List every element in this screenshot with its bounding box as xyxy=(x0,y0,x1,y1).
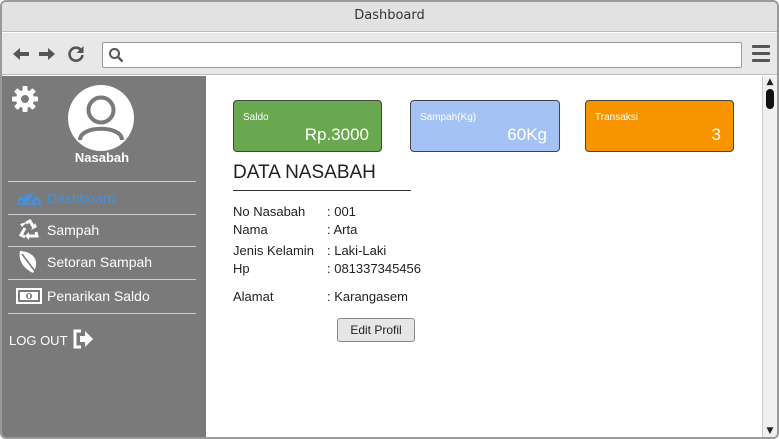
card-value: 60Kg xyxy=(507,125,547,144)
field-label: Alamat xyxy=(233,289,274,304)
scrollbar-thumb[interactable] xyxy=(766,89,774,109)
user-icon xyxy=(78,95,124,141)
dashboard-gauge-icon xyxy=(16,186,42,210)
card-label: Saldo xyxy=(243,112,269,123)
scroll-up-arrow-icon[interactable]: ▲ xyxy=(765,77,775,87)
logout-button[interactable]: LOG OUT xyxy=(9,329,94,352)
main-content: Saldo Rp.3000 Sampah(Kg) 60Kg Transaksi … xyxy=(206,76,762,437)
window-title: Dashboard xyxy=(354,8,425,23)
money-bill-icon xyxy=(16,284,42,308)
title-bar: Dashboard xyxy=(2,2,777,32)
card-label: Transaksi xyxy=(595,112,638,123)
sampah-card: Sampah(Kg) 60Kg xyxy=(410,100,560,152)
field-row: No Nasabah : 001 xyxy=(233,204,356,219)
sidebar-divider xyxy=(8,313,196,314)
user-name: Nasabah xyxy=(74,150,130,165)
scroll-down-arrow-icon[interactable]: ▼ xyxy=(765,426,775,436)
field-row: Alamat : Karangasem xyxy=(233,289,408,304)
url-input[interactable] xyxy=(129,45,729,65)
sidebar-item-penarikan-saldo[interactable]: Penarikan Saldo xyxy=(16,283,200,309)
sidebar-item-dashboard[interactable]: Dashboard xyxy=(16,185,200,211)
leaf-icon xyxy=(16,250,42,275)
sidebar-item-label: Penarikan Saldo xyxy=(47,288,150,304)
sidebar-divider xyxy=(8,214,196,215)
field-value: : Laki-Laki xyxy=(327,243,387,258)
browser-toolbar xyxy=(2,33,777,75)
sidebar-divider xyxy=(8,181,196,182)
avatar xyxy=(68,85,134,151)
field-row: Jenis Kelamin : Laki-Laki xyxy=(233,243,386,258)
sidebar: Nasabah Dashboard Sampah Setoran Sampah xyxy=(2,76,206,437)
card-value: 3 xyxy=(711,125,721,144)
sidebar-item-label: Sampah xyxy=(47,222,100,238)
reload-icon[interactable] xyxy=(66,44,86,64)
url-bar[interactable] xyxy=(102,42,742,68)
transaksi-card: Transaksi 3 xyxy=(585,100,734,152)
logout-label: LOG OUT xyxy=(9,333,68,348)
recycle-icon xyxy=(16,218,42,242)
sidebar-item-label: Dashboard xyxy=(47,190,116,206)
gear-icon[interactable] xyxy=(10,84,40,118)
search-icon xyxy=(109,48,124,63)
field-label: Nama xyxy=(233,222,268,237)
browser-window: Dashboard Nasabah Dashboard Sampah Setor… xyxy=(0,0,779,439)
edit-profile-button[interactable]: Edit Profil xyxy=(337,318,415,342)
card-label: Sampah(Kg) xyxy=(420,112,477,123)
page-title: DATA NASABAH xyxy=(233,162,376,183)
title-underline xyxy=(233,190,411,191)
sign-out-icon xyxy=(72,329,94,352)
sidebar-item-setoran-sampah[interactable]: Setoran Sampah xyxy=(16,249,200,275)
field-label: Hp xyxy=(233,261,250,276)
sidebar-item-label: Setoran Sampah xyxy=(47,254,153,270)
field-value: : 081337345456 xyxy=(327,261,421,276)
card-value: Rp.3000 xyxy=(304,125,369,144)
field-row: Nama : Arta xyxy=(233,222,357,237)
field-row: Hp : 081337345456 xyxy=(233,261,421,276)
field-label: Jenis Kelamin xyxy=(233,243,314,258)
sidebar-divider xyxy=(8,246,196,247)
vertical-scrollbar[interactable]: ▲ ▼ xyxy=(762,76,777,437)
saldo-card: Saldo Rp.3000 xyxy=(233,100,382,152)
back-arrow-icon[interactable] xyxy=(11,44,31,64)
field-value: : Arta xyxy=(327,222,358,237)
field-value: : Karangasem xyxy=(327,289,408,304)
field-label: No Nasabah xyxy=(233,204,306,219)
hamburger-menu-icon[interactable] xyxy=(752,45,770,63)
field-value: : 001 xyxy=(327,204,356,219)
sidebar-item-sampah[interactable]: Sampah xyxy=(16,217,200,243)
forward-arrow-icon[interactable] xyxy=(37,44,57,64)
sidebar-divider xyxy=(8,279,196,280)
